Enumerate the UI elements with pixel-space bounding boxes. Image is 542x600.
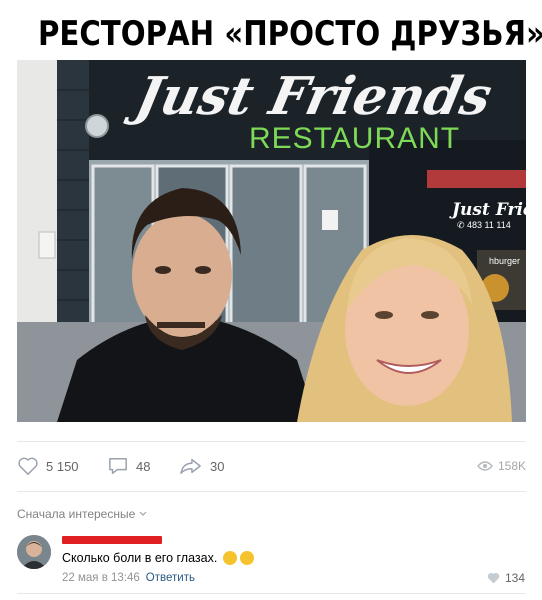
- comments-sort-dropdown[interactable]: Сначала интересные: [17, 507, 147, 521]
- avatar[interactable]: [17, 535, 51, 569]
- comment-meta: 22 мая в 13:46 Ответить: [62, 572, 195, 584]
- comment-count: 48: [136, 458, 151, 474]
- comment-button[interactable]: 48: [107, 455, 150, 477]
- post-photo[interactable]: Just Friends RESTAURANT Just Frien ✆ 483…: [17, 60, 526, 422]
- comment-date: 22 мая в 13:46: [62, 572, 140, 584]
- comment-text: Сколько боли в его глазах.: [62, 551, 255, 565]
- divider: [17, 491, 526, 492]
- comment-icon: [109, 458, 127, 474]
- divider: [17, 441, 526, 442]
- window-burger: hburger: [489, 256, 521, 266]
- heart-icon: [487, 572, 500, 584]
- post-actions: 5 150 48 30 158K: [17, 455, 526, 477]
- views-count: 158K: [497, 459, 526, 473]
- eye-icon: [477, 461, 493, 471]
- share-icon: [180, 458, 201, 474]
- like-button[interactable]: 5 150: [17, 455, 79, 477]
- comment-like-button[interactable]: 134: [487, 571, 525, 585]
- share-button[interactable]: 30: [179, 455, 224, 477]
- redacted-author-name: [62, 536, 162, 544]
- window-logo: Just Frien: [452, 200, 526, 220]
- comment-like-count: 134: [504, 571, 525, 585]
- meme-caption: РЕСТОРАН «ПРОСТО ДРУЗЬЯ»: [37, 14, 542, 54]
- divider: [17, 593, 526, 594]
- face-with-tears-of-joy-icon: [223, 551, 238, 565]
- weary-face-icon: [240, 551, 255, 565]
- restaurant-sign-subtitle: RESTAURANT: [249, 122, 461, 155]
- like-count: 5 150: [46, 458, 79, 474]
- share-count: 30: [210, 458, 225, 474]
- reply-link[interactable]: Ответить: [146, 572, 195, 584]
- window-phone: ✆ 483 11 114: [457, 220, 511, 230]
- sort-label: Сначала интересные: [17, 507, 136, 521]
- restaurant-sign-script: Just Friends: [130, 66, 497, 127]
- chevron-down-icon: [139, 511, 147, 516]
- heart-icon: [18, 457, 38, 475]
- views-counter: 158K: [477, 455, 526, 477]
- comment-body: Сколько боли в его глазах.: [62, 551, 218, 565]
